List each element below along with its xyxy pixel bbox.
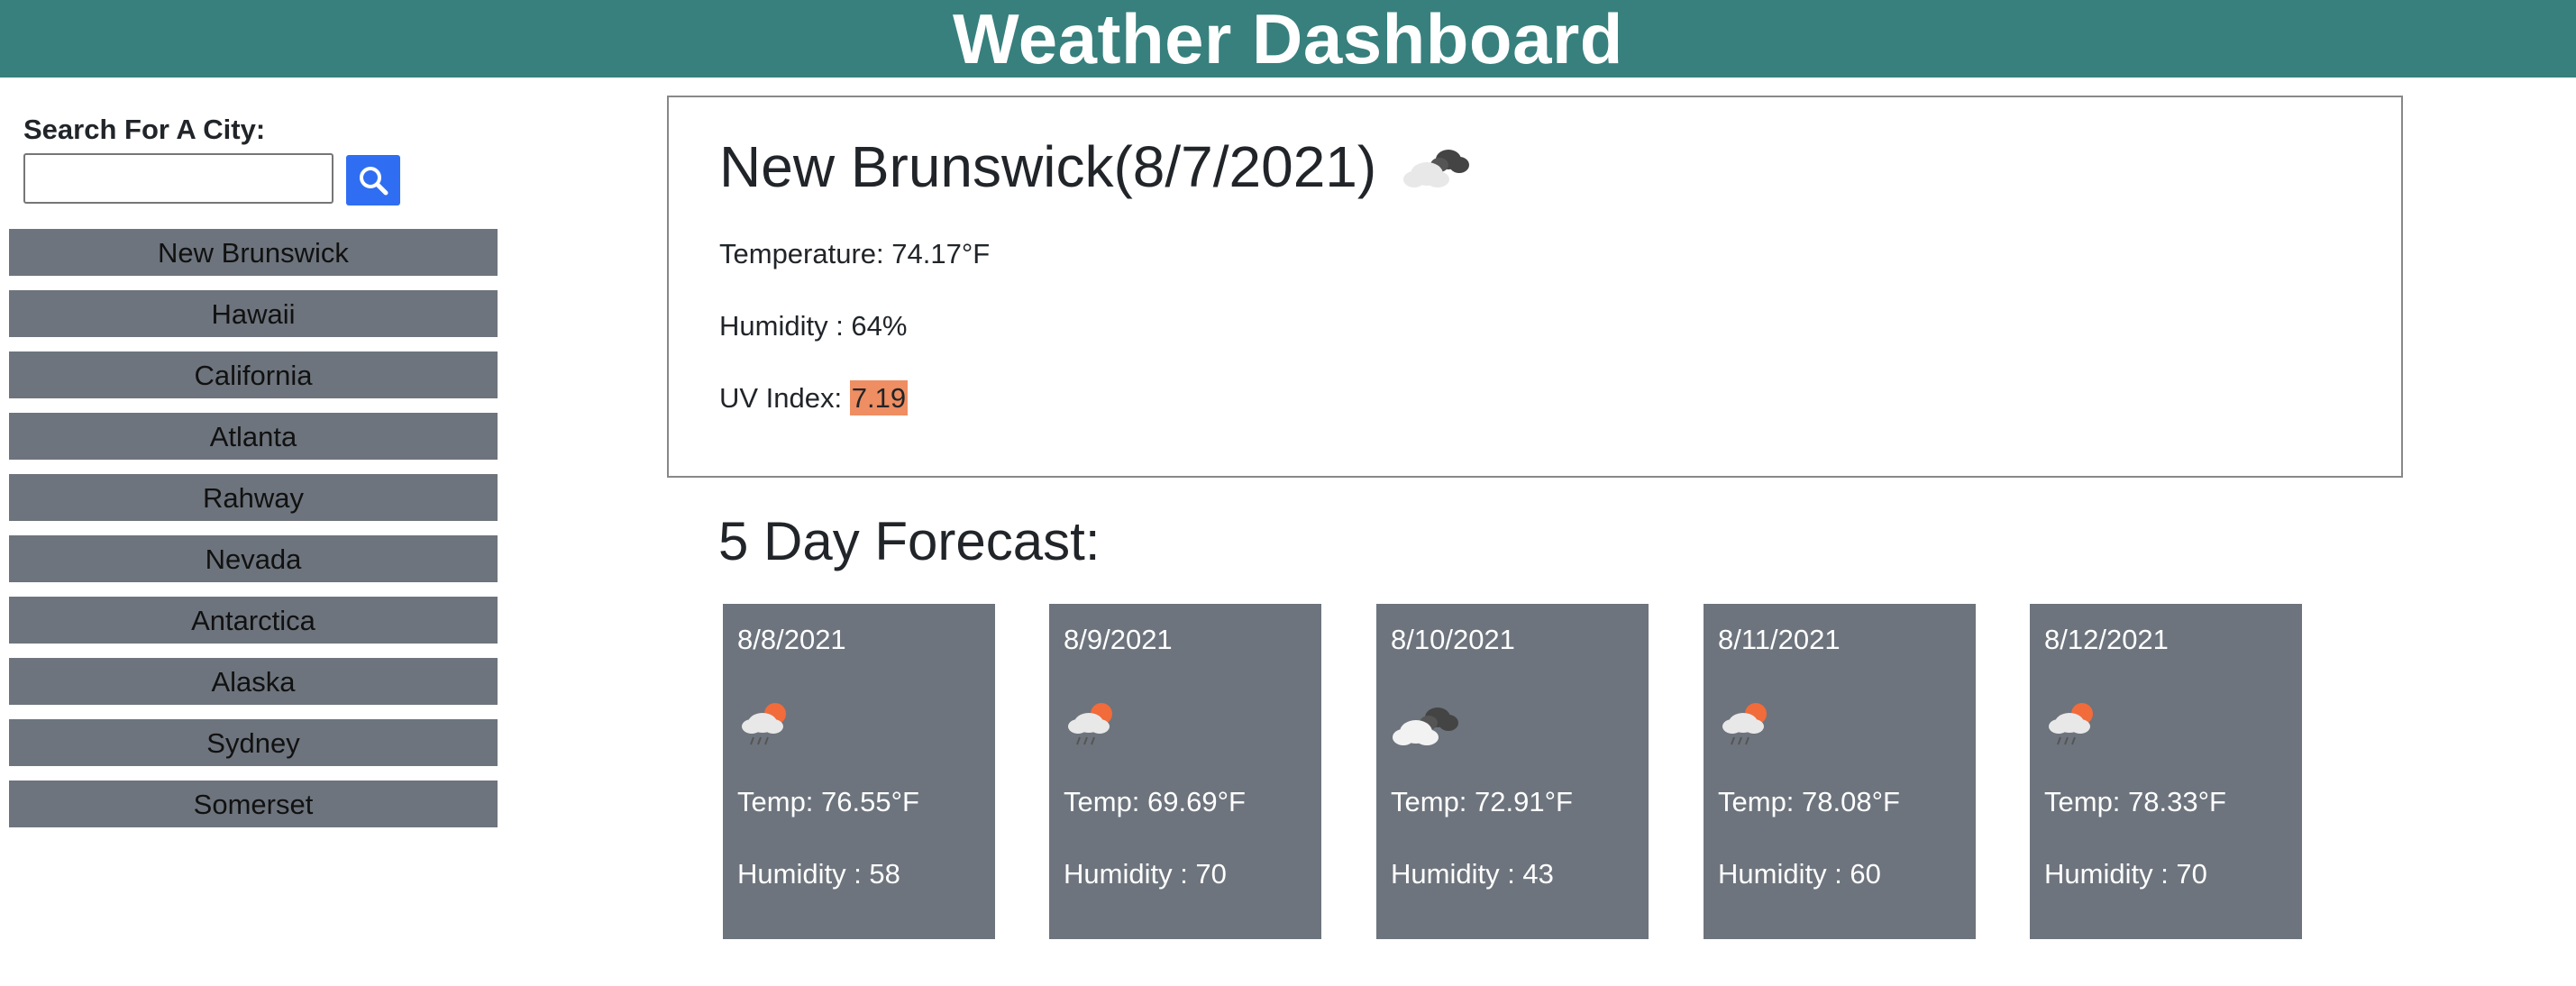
- broken-clouds-icon: [1402, 140, 1474, 194]
- forecast-date: 8/11/2021: [1718, 624, 1841, 655]
- city-button-nevada[interactable]: Nevada: [9, 535, 498, 582]
- city-button-sydney[interactable]: Sydney: [9, 719, 498, 766]
- current-humidity: Humidity : 64%: [719, 310, 908, 342]
- city-button-new-brunswick[interactable]: New Brunswick: [9, 229, 498, 276]
- city-button-hawaii[interactable]: Hawaii: [9, 290, 498, 337]
- page-title: Weather Dashboard: [953, 0, 1623, 78]
- city-button-somerset[interactable]: Somerset: [9, 781, 498, 827]
- forecast-humidity: Humidity : 58: [737, 858, 900, 890]
- broken-clouds-icon: [1391, 698, 1463, 756]
- forecast-humidity: Humidity : 60: [1718, 858, 1881, 890]
- rain-sun-icon: [1064, 698, 1121, 756]
- forecast-temp: Temp: 78.33°F: [2044, 786, 2226, 817]
- forecast-date: 8/12/2021: [2044, 624, 2169, 655]
- city-button-rahway[interactable]: Rahway: [9, 474, 498, 521]
- forecast-card: 8/10/2021 Temp: 72.91°F Humidity : 43: [1376, 604, 1649, 939]
- city-history-list: New Brunswick Hawaii California Atlanta …: [9, 229, 498, 842]
- forecast-humidity: Humidity : 43: [1391, 858, 1554, 890]
- city-button-alaska[interactable]: Alaska: [9, 658, 498, 705]
- search-label: Search For A City:: [23, 114, 266, 145]
- forecast-date: 8/9/2021: [1064, 624, 1173, 655]
- forecast-humidity: Humidity : 70: [1064, 858, 1227, 890]
- rain-sun-icon: [2044, 698, 2102, 756]
- rain-sun-icon: [1718, 698, 1776, 756]
- forecast-temp: Temp: 76.55°F: [737, 786, 919, 817]
- current-weather-panel: New Brunswick(8/7/2021) Temperature: 74.…: [667, 96, 2403, 478]
- search-button[interactable]: [346, 155, 400, 205]
- forecast-date: 8/10/2021: [1391, 624, 1515, 655]
- search-icon: [360, 167, 388, 196]
- current-weather-heading: New Brunswick(8/7/2021): [719, 133, 1474, 200]
- forecast-temp: Temp: 78.08°F: [1718, 786, 1900, 817]
- forecast-title: 5 Day Forecast:: [718, 511, 1101, 571]
- uv-index-label: UV Index:: [719, 382, 850, 414]
- current-temperature: Temperature: 74.17°F: [719, 238, 991, 269]
- rain-sun-icon: [737, 698, 795, 756]
- city-button-atlanta[interactable]: Atlanta: [9, 413, 498, 460]
- forecast-card: 8/8/2021 Temp: 76.55°F Humidity : 58: [723, 604, 995, 939]
- header-bar: Weather Dashboard: [0, 0, 2576, 78]
- forecast-card: 8/9/2021 Temp: 69.69°F Humidity : 70: [1049, 604, 1321, 939]
- forecast-temp: Temp: 72.91°F: [1391, 786, 1573, 817]
- forecast-card: 8/12/2021 Temp: 78.33°F Humidity : 70: [2030, 604, 2302, 939]
- forecast-date: 8/8/2021: [737, 624, 846, 655]
- forecast-temp: Temp: 69.69°F: [1064, 786, 1246, 817]
- forecast-humidity: Humidity : 70: [2044, 858, 2207, 890]
- current-city-date: New Brunswick(8/7/2021): [719, 134, 1377, 199]
- city-button-california[interactable]: California: [9, 351, 498, 398]
- city-button-antarctica[interactable]: Antarctica: [9, 597, 498, 644]
- forecast-card: 8/11/2021 Temp: 78.08°F Humidity : 60: [1704, 604, 1976, 939]
- search-input[interactable]: [23, 153, 333, 204]
- current-uv-index: UV Index: 7.19: [719, 380, 909, 415]
- uv-index-value: 7.19: [849, 380, 909, 415]
